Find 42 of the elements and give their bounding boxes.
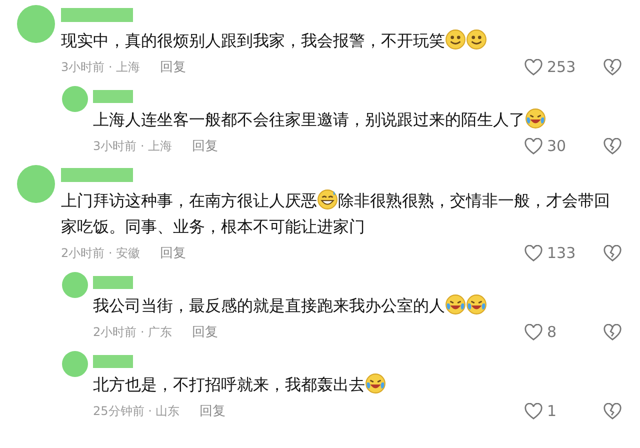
comment-text: 上门拜访这种事，在南方很让人厌恶 除非很熟很熟，交情非一般，才会带回家吃饭。同事、业务，根本不可能让进家门 — [61, 188, 611, 238]
reply-link[interactable]: 回复 — [192, 323, 218, 341]
broken-heart-icon[interactable] — [603, 138, 622, 154]
broken-heart-icon[interactable] — [603, 402, 622, 420]
comment-text: 北方也是，不打招呼就来，我都轰出去 — [93, 372, 622, 398]
smiley-emoji-icon — [466, 29, 487, 50]
comment-text: 我公司当街，最反感的就是直接跑来我办公室的人 — [93, 293, 622, 319]
comment-text: 现实中，真的很烦别人跟到我家，我会报警，不开玩笑 — [61, 28, 622, 54]
heart-icon[interactable] — [524, 402, 543, 420]
heart-icon[interactable] — [524, 138, 543, 154]
timestamp-location: 3小时前 · 上海 — [61, 58, 140, 76]
name-redaction — [93, 90, 133, 103]
broken-heart-icon[interactable] — [603, 58, 622, 76]
broken-heart-icon[interactable] — [603, 324, 622, 340]
laughing-tears-emoji-icon — [525, 108, 546, 129]
timestamp-location: 25分钟前 · 山东 — [93, 402, 180, 420]
laughing-tears-emoji-icon — [466, 294, 487, 315]
name-redaction — [61, 8, 133, 22]
like-count: 8 — [547, 323, 558, 341]
like-count: 30 — [547, 137, 568, 155]
smiley-emoji-icon — [445, 29, 466, 50]
heart-icon[interactable] — [524, 244, 543, 262]
name-redaction — [93, 276, 133, 289]
timestamp-location: 3小时前 · 上海 — [93, 138, 172, 154]
heart-icon[interactable] — [524, 58, 543, 76]
laughing-tears-emoji-icon — [445, 294, 466, 315]
reply-link[interactable]: 回复 — [160, 58, 186, 76]
like-count: 133 — [547, 244, 577, 262]
timestamp-location: 2小时前 · 安徽 — [61, 244, 140, 262]
grinning-sweat-emoji-icon — [317, 189, 338, 210]
comment-text: 上海人连坐客一般都不会往家里邀请，别说跟过来的陌生人了 — [93, 107, 622, 133]
reply-link[interactable]: 回复 — [160, 244, 186, 262]
reply-link[interactable]: 回复 — [192, 137, 218, 155]
like-count: 1 — [547, 402, 558, 420]
reply-link[interactable]: 回复 — [200, 402, 226, 420]
laughing-tears-emoji-icon — [365, 373, 386, 394]
timestamp-location: 2小时前 · 广东 — [93, 324, 172, 340]
like-count: 253 — [547, 58, 577, 76]
name-redaction — [93, 355, 133, 368]
heart-icon[interactable] — [524, 324, 543, 340]
broken-heart-icon[interactable] — [603, 244, 622, 262]
name-redaction — [61, 168, 133, 182]
